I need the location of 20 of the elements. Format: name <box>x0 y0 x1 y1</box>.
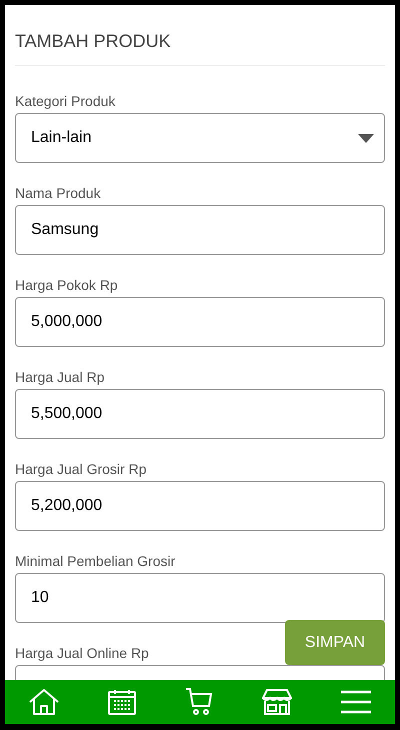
input-field[interactable]: 5,500,000 <box>15 389 385 439</box>
calendar-icon[interactable] <box>108 689 136 715</box>
menu-icon[interactable] <box>340 690 371 714</box>
home-icon[interactable] <box>29 689 60 715</box>
input-field[interactable]: 5,000,000 <box>15 297 385 347</box>
input-field[interactable]: Samsung <box>15 205 385 255</box>
category-dropdown[interactable]: Lain-lain <box>15 113 385 163</box>
field-label: Minimal Pembelian Grosir <box>15 553 176 570</box>
input-field[interactable]: 10 <box>15 573 385 623</box>
field-label: Nama Produk <box>15 185 102 202</box>
field-label: Harga Jual Online Rp <box>15 645 150 662</box>
input-field[interactable]: 5,200,000 <box>15 481 385 531</box>
field-label: Kategori Produk <box>15 93 116 110</box>
page-title: TAMBAH PRODUK <box>15 30 172 53</box>
field-label: Harga Jual Rp <box>15 369 106 386</box>
caret-icon <box>358 134 374 142</box>
cart-icon[interactable] <box>184 688 213 716</box>
field-label: Harga Jual Grosir Rp <box>15 461 148 478</box>
store-icon[interactable] <box>262 689 292 715</box>
field-label: Harga Pokok Rp <box>15 277 119 294</box>
